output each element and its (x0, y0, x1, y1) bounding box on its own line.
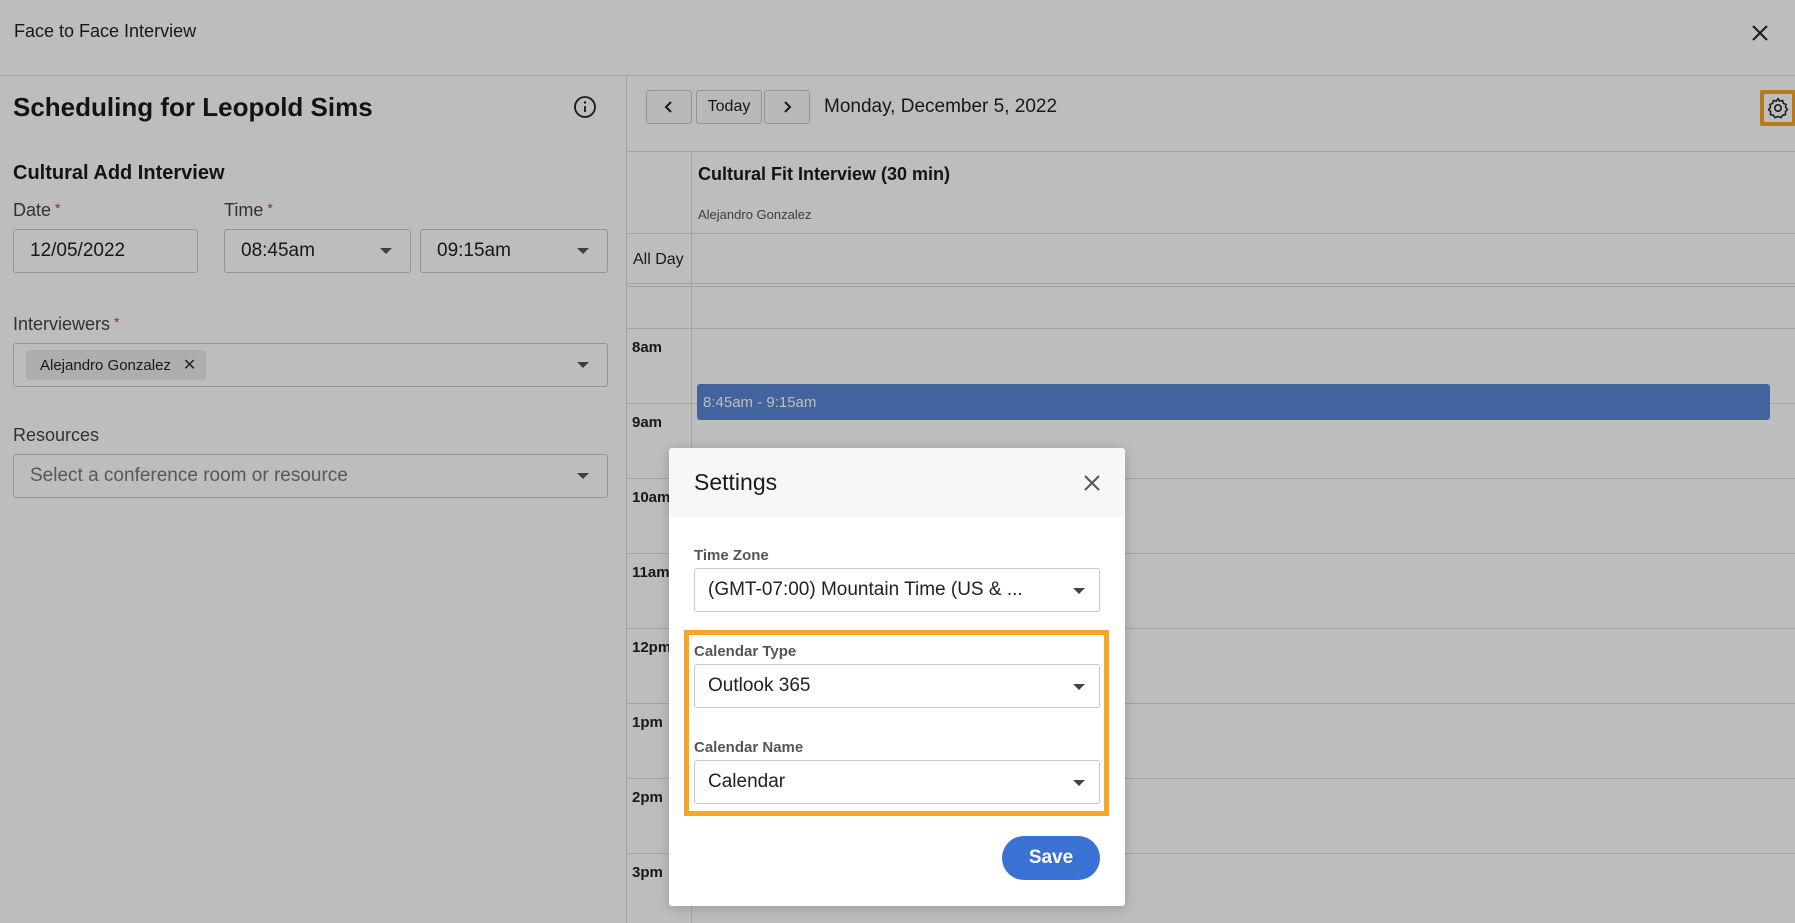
chevron-down-icon (1073, 588, 1085, 594)
settings-modal: Settings Time Zone (GMT-07:00) Mountain … (669, 448, 1125, 906)
modal-title: Settings (694, 469, 778, 495)
close-modal-button[interactable] (1077, 468, 1107, 498)
time-zone-label: Time Zone (694, 547, 769, 564)
calendar-type-label: Calendar Type (694, 643, 797, 660)
chevron-down-icon (1073, 780, 1085, 786)
save-button[interactable]: Save (1002, 836, 1100, 880)
calendar-name-label: Calendar Name (694, 739, 804, 756)
time-zone-select[interactable]: (GMT-07:00) Mountain Time (US & ... (694, 568, 1100, 612)
calendar-name-select[interactable]: Calendar (694, 760, 1100, 804)
close-icon (1084, 475, 1100, 491)
modal-header: Settings (669, 448, 1125, 517)
app-window: Face to Face Interview Scheduling for Le… (0, 0, 1795, 923)
chevron-down-icon (1073, 684, 1085, 690)
calendar-type-select[interactable]: Outlook 365 (694, 664, 1100, 708)
